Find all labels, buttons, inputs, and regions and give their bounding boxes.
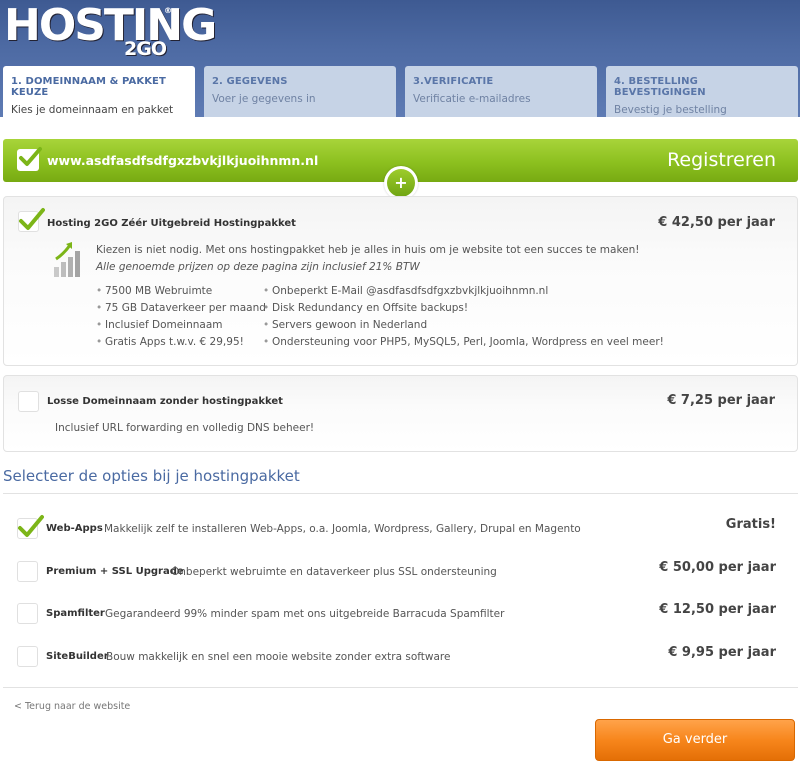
hosting2go-logo[interactable]: HOSTING 2GO ® bbox=[4, 0, 217, 61]
options-section-title: Selecteer de opties bij je hostingpakket bbox=[3, 467, 300, 485]
step-2-subtitle: Voer je gegevens in bbox=[212, 93, 316, 105]
option-name: Spamfilter bbox=[46, 608, 105, 619]
option-row-webapps[interactable]: Web-Apps Makkelijk zelf te installeren W… bbox=[3, 508, 798, 548]
option-row-sitebuilder[interactable]: SiteBuilder Bouw makkelijk en snel een m… bbox=[3, 636, 798, 676]
feature-item: Inclusief Domeinnaam bbox=[96, 319, 266, 336]
package-hosting-title: Hosting 2GO Zéér Uitgebreid Hostingpakke… bbox=[47, 218, 296, 229]
package-hosting-description: Kiezen is niet nodig. Met ons hostingpak… bbox=[96, 244, 640, 256]
feature-item: 7500 MB Webruimte bbox=[96, 285, 266, 302]
feature-item: Ondersteuning voor PHP5, MySQL5, Perl, J… bbox=[263, 336, 664, 353]
logo-main-text: HOSTING bbox=[4, 0, 217, 51]
step-3-title: 3.VERIFICATIE bbox=[413, 76, 494, 87]
plus-icon: + bbox=[387, 169, 415, 197]
package-hosting-features-right: Onbeperkt E-Mail @asdfasdfsdfgxzbvkjlkju… bbox=[263, 285, 664, 353]
package-hosting-price: € 42,50 per jaar bbox=[658, 215, 775, 230]
register-label: Registreren bbox=[667, 149, 776, 171]
option-price: € 12,50 per jaar bbox=[659, 602, 776, 617]
option-spamfilter-checkbox[interactable] bbox=[17, 603, 38, 624]
divider bbox=[3, 493, 798, 494]
package-hosting-vat-note: Alle genoemde prijzen op deze pagina zij… bbox=[96, 261, 420, 273]
option-row-premium-ssl[interactable]: Premium + SSL Upgrade Onbeperkt webruimt… bbox=[3, 551, 798, 591]
option-name: Web-Apps bbox=[46, 523, 103, 534]
option-description: Onbeperkt webruimte en dataverkeer plus … bbox=[171, 566, 497, 578]
step-tab-4[interactable]: 4. BESTELLING BEVESTIGINGEN Bevestig je … bbox=[606, 66, 798, 117]
step-3-subtitle: Verificatie e-mailadres bbox=[413, 93, 531, 105]
option-sitebuilder-checkbox[interactable] bbox=[17, 646, 38, 667]
package-hosting-extended[interactable]: Hosting 2GO Zéér Uitgebreid Hostingpakke… bbox=[3, 196, 798, 366]
step-1-title: 1. DOMEINNAAM & PAKKET KEUZE bbox=[11, 76, 166, 98]
package-domain-description: Inclusief URL forwarding en volledig DNS… bbox=[55, 422, 315, 434]
checkmark-icon bbox=[18, 515, 44, 537]
feature-item: 75 GB Dataverkeer per maand bbox=[96, 302, 266, 319]
feature-item: Servers gewoon in Nederland bbox=[263, 319, 664, 336]
logo-sub-text: 2GO bbox=[124, 38, 167, 60]
option-description: Gegarandeerd 99% minder spam met ons uit… bbox=[105, 608, 505, 620]
package-domain-only[interactable]: Losse Domeinnaam zonder hostingpakket € … bbox=[3, 375, 798, 452]
domain-checkbox[interactable] bbox=[17, 147, 42, 171]
step-4-subtitle: Bevestig je bestelling bbox=[614, 104, 727, 116]
site-header: HOSTING 2GO ® 1. DOMEINNAAM & PAKKET KEU… bbox=[0, 0, 800, 117]
step-4-title: 4. BESTELLING BEVESTIGINGEN bbox=[614, 76, 706, 98]
add-button[interactable]: + bbox=[384, 166, 418, 200]
option-price: € 50,00 per jaar bbox=[659, 560, 776, 575]
back-to-website-link[interactable]: < Terug naar de website bbox=[14, 701, 130, 712]
checkmark-icon bbox=[19, 147, 42, 166]
logo-registered-mark: ® bbox=[164, 6, 172, 15]
option-premium-ssl-checkbox[interactable] bbox=[17, 561, 38, 582]
option-name: SiteBuilder bbox=[46, 651, 109, 662]
checkmark-icon bbox=[19, 208, 45, 230]
option-name: Premium + SSL Upgrade bbox=[46, 566, 184, 577]
package-domain-checkbox[interactable] bbox=[18, 391, 39, 412]
package-domain-title: Losse Domeinnaam zonder hostingpakket bbox=[47, 396, 283, 407]
domain-name: www.asdfasdfsdfgxzbvkjlkjuoihnmn.nl bbox=[47, 153, 319, 168]
package-hosting-checkbox[interactable] bbox=[18, 208, 45, 232]
feature-item: Onbeperkt E-Mail @asdfasdfsdfgxzbvkjlkju… bbox=[263, 285, 664, 302]
step-1-subtitle: Kies je domeinnaam en pakket bbox=[11, 104, 174, 116]
checkout-steps: 1. DOMEINNAAM & PAKKET KEUZE Kies je dom… bbox=[3, 66, 798, 117]
step-tab-1[interactable]: 1. DOMEINNAAM & PAKKET KEUZE Kies je dom… bbox=[3, 66, 195, 117]
package-hosting-features-left: 7500 MB Webruimte 75 GB Dataverkeer per … bbox=[96, 285, 266, 353]
divider bbox=[3, 687, 798, 688]
option-price: Gratis! bbox=[725, 517, 776, 532]
option-row-spamfilter[interactable]: Spamfilter Gegarandeerd 99% minder spam … bbox=[3, 593, 798, 633]
step-tab-3[interactable]: 3.VERIFICATIE Verificatie e-mailadres bbox=[405, 66, 597, 117]
package-domain-price: € 7,25 per jaar bbox=[667, 393, 775, 408]
growth-chart-icon bbox=[54, 242, 80, 277]
option-description: Makkelijk zelf te installeren Web-Apps, … bbox=[104, 523, 581, 535]
continue-button[interactable]: Ga verder bbox=[595, 719, 795, 761]
step-2-title: 2. GEGEVENS bbox=[212, 76, 288, 87]
step-tab-2[interactable]: 2. GEGEVENS Voer je gegevens in bbox=[204, 66, 396, 117]
feature-item: Disk Redundancy en Offsite backups! bbox=[263, 302, 664, 319]
feature-item: Gratis Apps t.w.v. € 29,95! bbox=[96, 336, 266, 353]
option-price: € 9,95 per jaar bbox=[668, 645, 776, 660]
option-description: Bouw makkelijk en snel een mooie website… bbox=[106, 651, 451, 663]
option-webapps-checkbox[interactable] bbox=[17, 515, 44, 539]
